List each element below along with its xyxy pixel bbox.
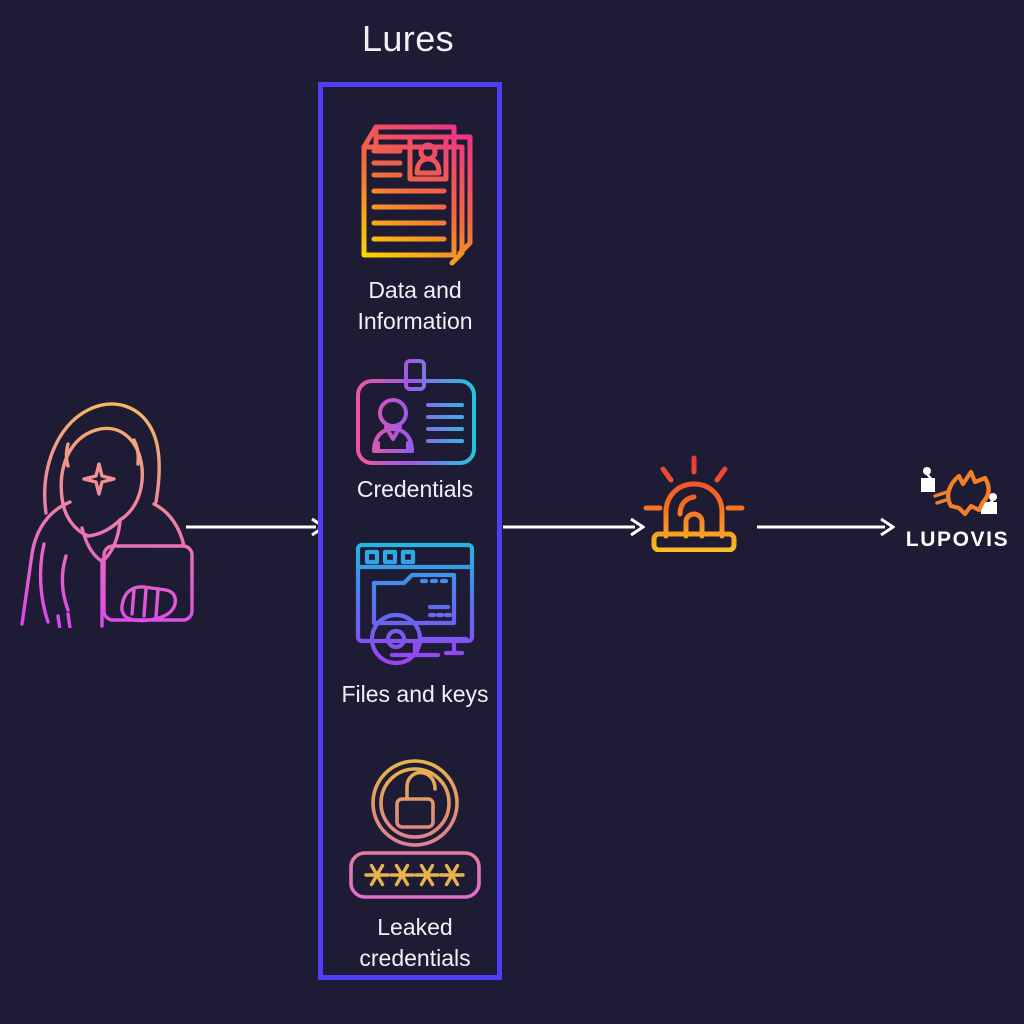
flow-arrow-attacker-to-lures	[186, 515, 327, 539]
stacked-documents-icon	[323, 115, 507, 275]
hacker-with-laptop-icon	[8, 378, 198, 633]
browser-folder-key-icon	[323, 539, 507, 679]
lure-label-line1: Leaked	[377, 914, 453, 940]
flow-arrow-lures-to-alert	[503, 515, 646, 539]
siren-alarm-icon	[640, 452, 748, 557]
flow-arrow-alert-to-lupovis	[757, 515, 896, 539]
page-title: Lures	[0, 18, 1024, 60]
lure-item-leaked-credentials[interactable]: Leaked credentials	[323, 757, 507, 974]
lures-panel: Data and Information Credentials Files a…	[318, 82, 502, 980]
lupovis-wolf-logo	[905, 467, 1011, 526]
lupovis-wordmark: LUPOVIS	[905, 528, 1010, 551]
diagram-canvas: Lures Data and Information Credentials F…	[0, 0, 1024, 1024]
lure-label-line1: Files and keys	[341, 681, 489, 707]
lure-item-files-and-keys[interactable]: Files and keys	[323, 539, 507, 710]
lure-label-line2: Information	[357, 308, 473, 334]
id-badge-icon	[323, 359, 507, 474]
lupovis-brand-logo: LUPOVIS	[895, 462, 1020, 552]
lure-item-data-and-information[interactable]: Data and Information	[323, 115, 507, 337]
page-title-text: Lures	[361, 18, 455, 59]
lure-label-line1: Data and	[368, 277, 462, 303]
lure-label-line1: Credentials	[356, 476, 474, 502]
lure-label-line2: credentials	[359, 945, 471, 971]
lure-item-credentials[interactable]: Credentials	[323, 359, 507, 505]
unlocked-padlock-password-icon	[323, 757, 507, 912]
